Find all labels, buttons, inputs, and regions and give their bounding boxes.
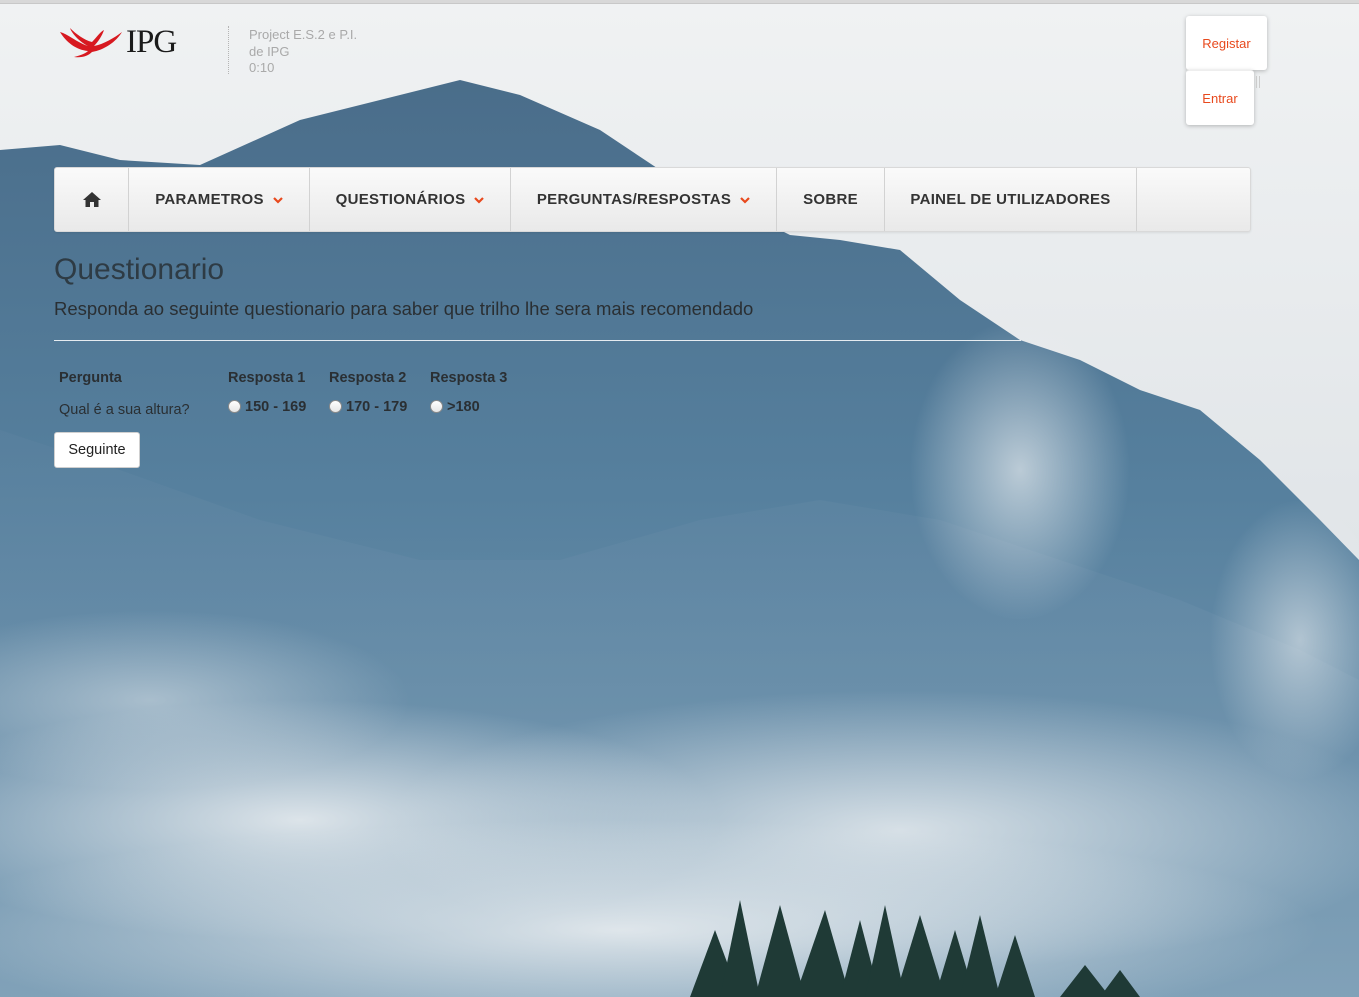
nav-label: QUESTIONÁRIOS <box>335 191 466 208</box>
ipg-bird-logo-icon <box>60 28 122 58</box>
nav-label: PAINEL DE UTILIZADORES <box>910 191 1111 208</box>
nav-questionarios[interactable]: QUESTIONÁRIOS <box>310 168 511 231</box>
answer-cell: 150 - 169 <box>223 390 324 430</box>
answer-option-1[interactable]: 150 - 169 <box>228 399 306 415</box>
table-row: Qual é a sua altura? 150 - 169 170 - 179… <box>54 390 515 430</box>
home-icon <box>82 192 101 207</box>
browser-top-border <box>0 0 1359 4</box>
nav-sobre[interactable]: SOBRE <box>777 168 885 231</box>
column-header: Resposta 2 <box>329 370 407 386</box>
column-header: Resposta 1 <box>228 370 306 386</box>
login-button-marker <box>1256 76 1260 88</box>
project-line: Project E.S.2 e P.I. <box>249 27 358 42</box>
chevron-down-icon <box>273 196 283 204</box>
page-title: Questionario <box>54 253 225 286</box>
answer-3-radio[interactable] <box>430 400 443 414</box>
project-timer: 0:10 <box>249 60 275 75</box>
page-subtitle: Responda ao seguinte questionario para s… <box>54 298 754 319</box>
nav-label: PARAMETROS <box>155 191 264 208</box>
mountain-background-image <box>0 0 1359 997</box>
questionnaire-table: Pergunta Resposta 1 Resposta 2 Resposta … <box>54 366 515 430</box>
nav-parametros[interactable]: PARAMETROS <box>129 168 310 231</box>
login-button[interactable]: Entrar <box>1186 70 1254 125</box>
answer-cell: 170 - 179 <box>324 390 425 430</box>
answer-option-3[interactable]: >180 <box>430 399 480 415</box>
logo-text: IPG <box>126 23 177 60</box>
chevron-down-icon <box>740 196 750 204</box>
chevron-down-icon <box>474 196 485 204</box>
answer-label: 150 - 169 <box>245 398 307 415</box>
project-info: Project E.S.2 e P.I. de IPG 0:10 <box>249 27 389 77</box>
answer-1-radio[interactable] <box>228 400 241 414</box>
nav-perguntas-respostas[interactable]: PERGUNTAS/RESPOSTAS <box>511 168 777 231</box>
column-header: Pergunta <box>59 370 122 386</box>
table-header-row: Pergunta Resposta 1 Resposta 2 Resposta … <box>54 366 515 390</box>
nav-painel-utilizadores[interactable]: PAINEL DE UTILIZADORES <box>885 168 1137 231</box>
question-text: Qual é a sua altura? <box>59 402 190 418</box>
next-button[interactable]: Seguinte <box>54 432 140 468</box>
project-line: de IPG <box>249 43 290 59</box>
divider-line <box>54 340 1021 341</box>
nav-label: SOBRE <box>803 191 858 208</box>
answer-cell: >180 <box>425 390 515 430</box>
ipg-logo[interactable]: IPG <box>58 24 203 60</box>
register-button[interactable]: Registar <box>1186 16 1267 70</box>
answer-2-radio[interactable] <box>329 400 342 414</box>
header-divider <box>228 26 229 74</box>
answer-label: 170 - 179 <box>346 398 408 415</box>
column-header: Resposta 3 <box>430 370 508 386</box>
answer-label: >180 <box>447 398 480 415</box>
answer-option-2[interactable]: 170 - 179 <box>329 399 407 415</box>
nav-label: PERGUNTAS/RESPOSTAS <box>536 191 732 208</box>
nav-home[interactable] <box>55 168 129 231</box>
main-navbar: PARAMETROS QUESTIONÁRIOS PERGUNTAS/RESPO… <box>54 167 1251 232</box>
